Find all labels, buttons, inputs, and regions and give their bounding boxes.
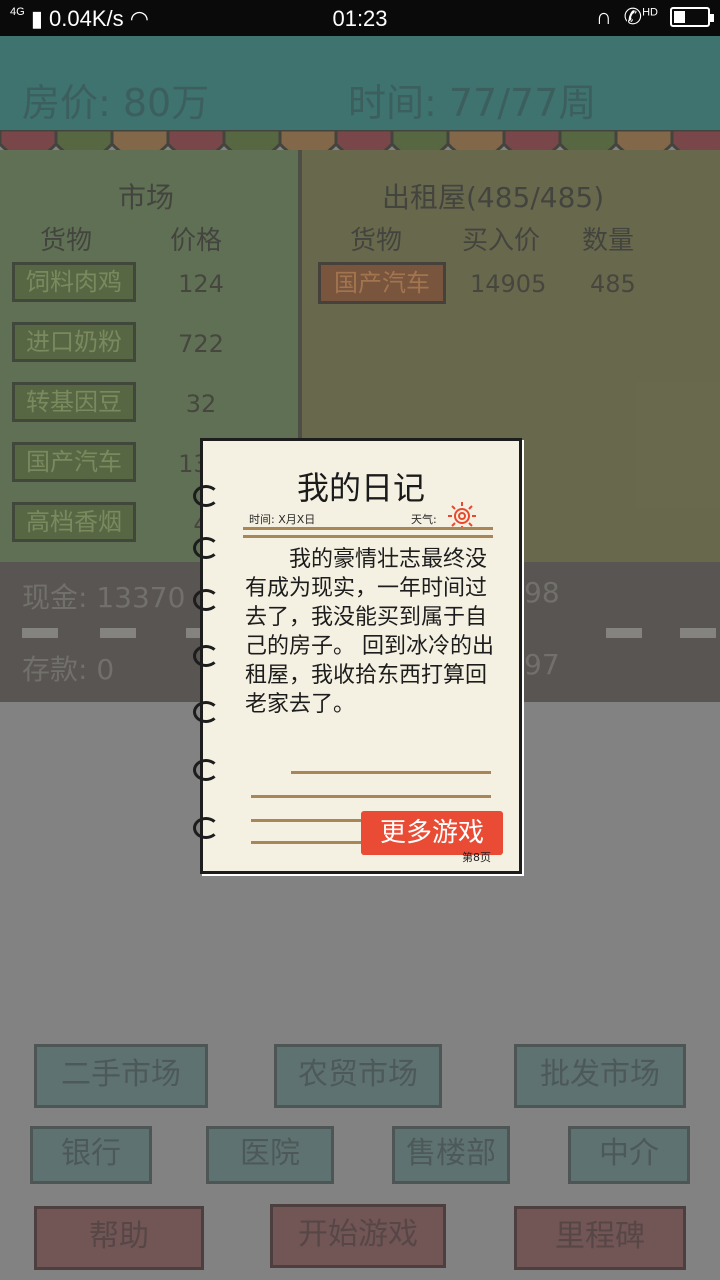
battery-icon [670, 7, 714, 27]
status-icons: ∩ ✆HD [595, 4, 714, 30]
status-bar: 4G ▮ 0.04K/s ◠ 01:23 ∩ ✆HD [0, 0, 720, 36]
binder-ring [193, 759, 219, 781]
binder-ring [193, 537, 219, 559]
binder-ring [193, 817, 219, 839]
binder-ring [193, 645, 219, 667]
binder-ring [193, 701, 219, 723]
phone-hd-icon: ✆HD [623, 4, 658, 29]
paper-line [251, 841, 361, 844]
diary-dialog: 我的日记 时间: X月X日 天气: 我的豪情壮志最终没有成为现实，一年时间过去了… [193, 438, 522, 874]
paper-line [243, 535, 493, 538]
binder-ring [193, 589, 219, 611]
paper-line [291, 771, 491, 774]
diary-body: 我的豪情壮志最终没有成为现实，一年时间过去了，我没能买到属于自己的房子。 回到冰… [245, 547, 494, 717]
diary-weather-label: 天气: [411, 513, 437, 526]
diary-time: 时间: X月X日 [249, 513, 316, 526]
hd-badge: HD [642, 6, 658, 19]
battery-fill [674, 11, 686, 23]
paper-line [251, 795, 491, 798]
paper-line [243, 527, 493, 530]
page-number: 第8页 [462, 851, 491, 864]
headset-icon: ∩ [595, 4, 612, 29]
paper-line [251, 819, 361, 822]
